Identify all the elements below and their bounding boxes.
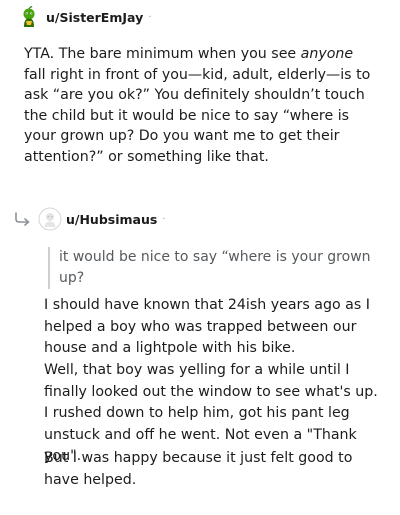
comment-paragraph: I should have known that 24ish years ago…	[44, 297, 370, 357]
comment-body: YTA. The bare minimum when you see anyon…	[24, 44, 374, 168]
comment-header: u/Hubsimaus ·	[66, 208, 165, 230]
reply-arrow-icon	[15, 212, 30, 226]
separator-dot: ·	[162, 213, 166, 225]
default-avatar-icon[interactable]	[38, 207, 62, 231]
comment-paragraph: But I was happy because it just felt goo…	[44, 450, 353, 488]
body-text: YTA. The bare minimum when you see	[24, 46, 301, 62]
username-link[interactable]: u/SisterEmJay	[46, 10, 143, 25]
body-emphasis: anyone	[300, 46, 354, 62]
blockquote: it would be nice to say “where is your g…	[48, 247, 379, 289]
separator-dot: ·	[148, 11, 152, 23]
body-text-continued: fall right in front of you—kid, adult, e…	[24, 66, 371, 165]
snoo-green-avatar-icon[interactable]	[18, 6, 40, 28]
comment-header: u/SisterEmJay ·	[18, 6, 151, 28]
username-link[interactable]: u/Hubsimaus	[66, 212, 157, 227]
